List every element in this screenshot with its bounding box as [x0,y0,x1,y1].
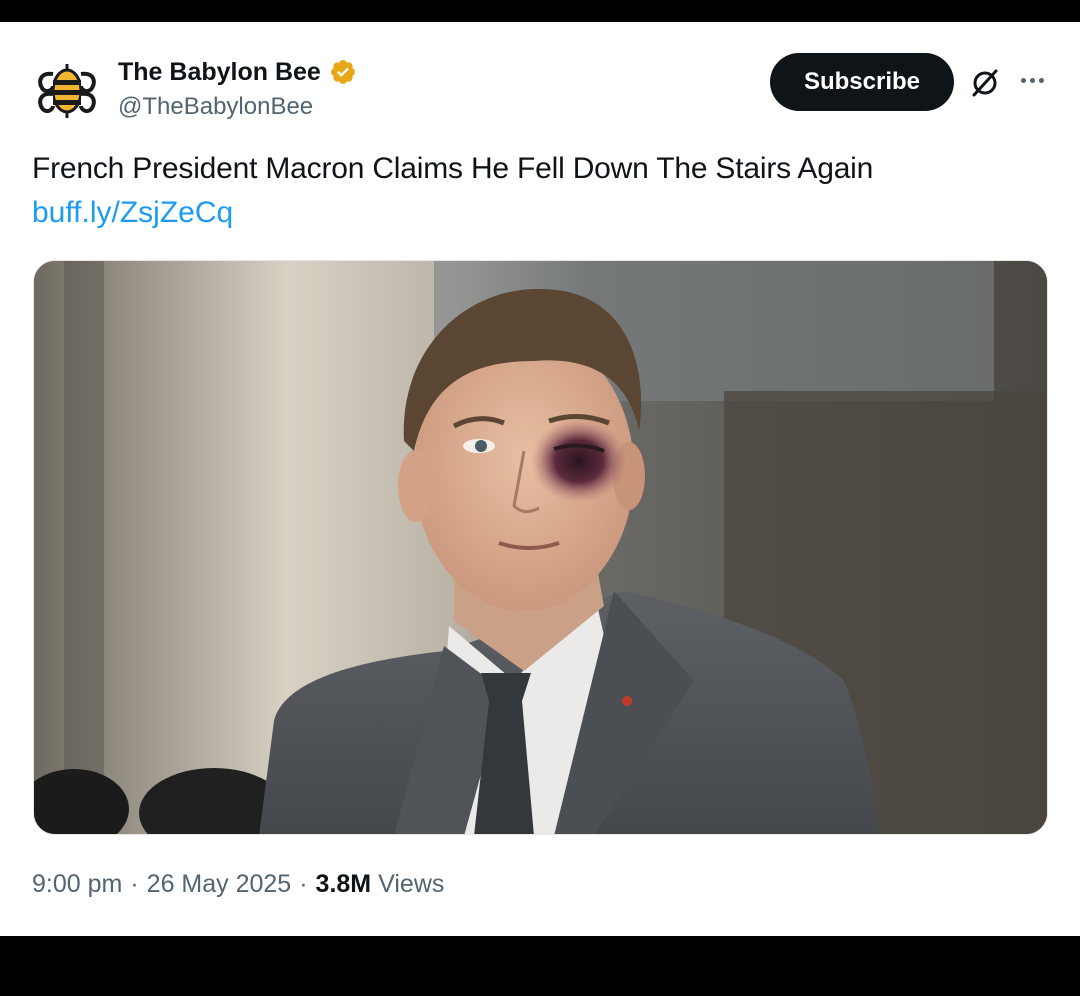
tweet-date[interactable]: 26 May 2025 [147,870,292,899]
media-photo [34,261,1047,834]
more-options-icon[interactable] [1014,64,1050,96]
more-dot [1038,77,1044,83]
subscribe-button[interactable]: Subscribe [770,53,954,111]
separator: · [299,870,308,898]
tweet-link[interactable]: buff.ly/ZsjZeCq [32,196,233,230]
tweet-meta-row: 9:00 pm · 26 May 2025 · 3.8M Views [32,870,444,899]
tweet-text: French President Macron Claims He Fell D… [32,152,874,185]
babylon-bee-logo-icon [38,64,96,118]
tweet-media-image[interactable] [33,260,1048,835]
views-label[interactable]: Views [378,870,444,899]
grok-icon[interactable] [968,66,1002,100]
tweet-time[interactable]: 9:00 pm [32,870,122,899]
more-dot [1020,77,1026,83]
author-name-row: The Babylon Bee [118,56,357,88]
author-display-name[interactable]: The Babylon Bee [118,58,321,87]
author-avatar-logo[interactable] [36,58,98,120]
more-dot [1029,77,1035,83]
author-handle[interactable]: @TheBabylonBee [118,93,313,121]
views-count[interactable]: 3.8M [316,870,372,899]
verified-badge-icon[interactable] [329,58,357,86]
separator: · [130,870,139,898]
